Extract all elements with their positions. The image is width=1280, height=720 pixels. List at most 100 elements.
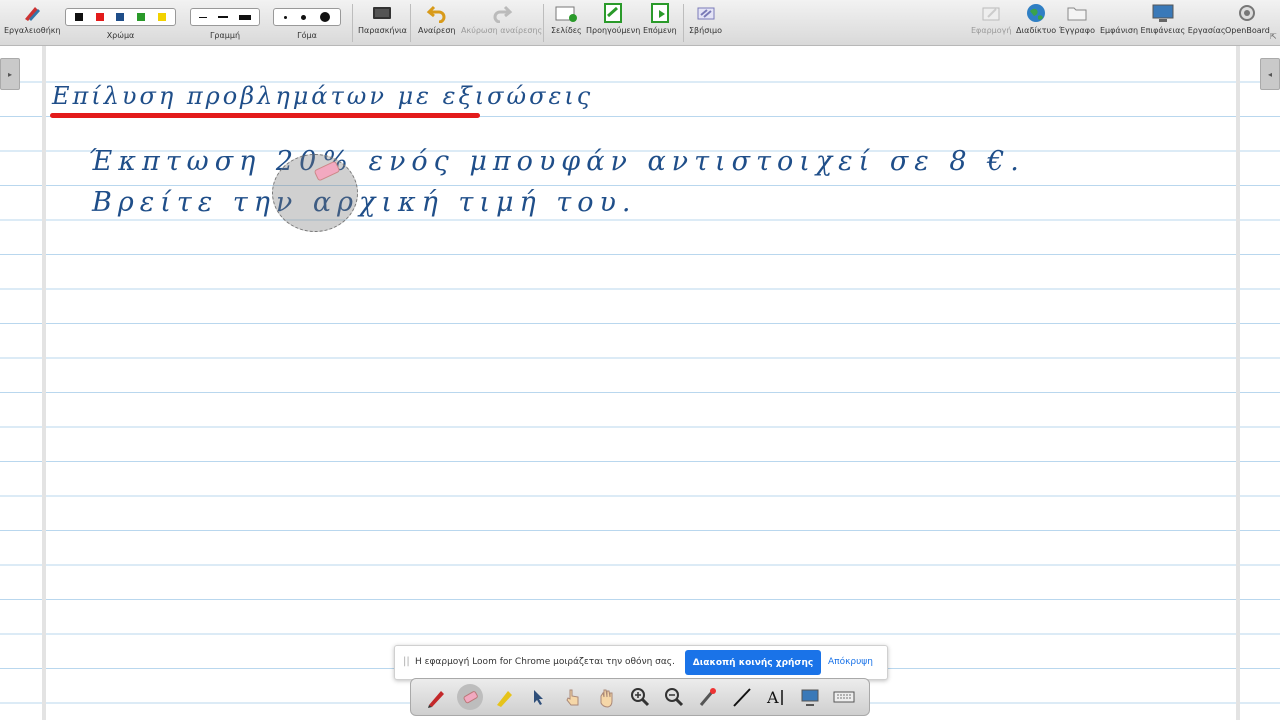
eraser-icon bbox=[463, 691, 478, 704]
document-button[interactable]: Έγγραφο bbox=[1059, 2, 1095, 35]
globe-icon bbox=[1024, 2, 1048, 24]
top-toolbar: Εργαλειοθήκη Χρώμα Γραμμή Γόμα Παρασκήνι… bbox=[0, 0, 1280, 46]
erase-board-icon bbox=[694, 2, 718, 24]
drag-handle-icon[interactable]: || bbox=[403, 656, 410, 667]
pages-button[interactable]: Σελίδες bbox=[551, 2, 582, 35]
color-green-swatch[interactable] bbox=[137, 13, 146, 21]
color-black-swatch[interactable] bbox=[75, 13, 84, 21]
line-thick-option[interactable] bbox=[238, 14, 251, 20]
eraser-size-selector[interactable] bbox=[273, 8, 341, 26]
toolbox-button[interactable]: Εργαλειοθήκη bbox=[4, 2, 61, 35]
next-label: Επόμενη bbox=[643, 26, 677, 35]
laser-pointer-button[interactable] bbox=[695, 684, 721, 710]
color-blue-swatch[interactable] bbox=[116, 13, 125, 21]
pages-label: Σελίδες bbox=[551, 26, 582, 35]
marker-tool-button[interactable] bbox=[491, 684, 517, 710]
undo-icon bbox=[425, 2, 449, 24]
board-right-margin bbox=[1236, 46, 1240, 720]
laser-pointer-icon bbox=[699, 688, 716, 706]
screen-sharing-bar: || Η εφαρμογή Loom for Chrome μοιράζεται… bbox=[394, 645, 888, 680]
svg-text:A: A bbox=[766, 688, 779, 707]
right-palette-tab[interactable]: ◂ bbox=[1260, 58, 1280, 90]
stop-sharing-button[interactable]: Διακοπή κοινής χρήσης bbox=[685, 650, 821, 675]
desktop-label: Εμφάνιση Επιφάνειας Εργασίας bbox=[1100, 26, 1226, 35]
line-tool-button[interactable] bbox=[729, 684, 755, 710]
erase-board-button[interactable]: Σβήσιμο bbox=[689, 2, 722, 35]
hand-icon bbox=[600, 689, 613, 708]
eraser-large-option[interactable] bbox=[320, 12, 330, 22]
hide-link[interactable]: Απόκρυψη bbox=[828, 657, 873, 667]
app-label: Εφαρμογή bbox=[971, 26, 1012, 35]
openboard-label: OpenBoard bbox=[1225, 26, 1270, 35]
pointer-tool-button[interactable] bbox=[559, 684, 585, 710]
hand-tool-button[interactable] bbox=[593, 684, 619, 710]
stylus-palette: A bbox=[410, 678, 870, 716]
toolbox-icon bbox=[20, 2, 44, 24]
problem-line-1: Έκπτωση 20% ενός μπουφάν αντιστοιχεί σε … bbox=[88, 146, 1025, 177]
openboard-menu-button[interactable]: OpenBoard bbox=[1225, 2, 1270, 35]
previous-label: Προηγούμενη bbox=[586, 26, 641, 35]
board-title: Επίλυση προβλημάτων με εξισώσεις bbox=[52, 82, 594, 110]
previous-page-icon bbox=[601, 2, 625, 24]
virtual-keyboard-button[interactable] bbox=[831, 684, 857, 710]
capture-icon bbox=[801, 689, 819, 706]
previous-page-button[interactable]: Προηγούμενη bbox=[586, 2, 640, 35]
zoom-in-button[interactable] bbox=[627, 684, 653, 710]
line-width-selector[interactable] bbox=[190, 8, 260, 26]
pen-tool-button[interactable] bbox=[423, 684, 449, 710]
marker-icon bbox=[497, 691, 512, 707]
background-label: Παρασκήνια bbox=[358, 26, 407, 35]
gear-icon bbox=[1235, 2, 1259, 24]
app-icon bbox=[979, 2, 1003, 24]
color-palette[interactable] bbox=[65, 8, 176, 26]
toolbox-label: Εργαλειοθήκη bbox=[4, 26, 61, 35]
zoom-out-button[interactable] bbox=[661, 684, 687, 710]
next-page-button[interactable]: Επόμενη bbox=[643, 2, 677, 35]
zoom-in-icon bbox=[631, 688, 650, 707]
folder-icon bbox=[1065, 2, 1089, 24]
add-page-icon bbox=[554, 2, 578, 24]
text-tool-button[interactable]: A bbox=[763, 684, 789, 710]
board-left-margin bbox=[42, 46, 46, 720]
line-thin-option[interactable] bbox=[199, 16, 208, 18]
selector-icon bbox=[534, 690, 543, 705]
pen-icon bbox=[428, 691, 444, 708]
text-icon: A bbox=[766, 688, 783, 707]
zoom-out-icon bbox=[665, 688, 684, 707]
web-button[interactable]: Διαδίκτυο bbox=[1016, 2, 1056, 35]
capture-tool-button[interactable] bbox=[797, 684, 823, 710]
eraser-medium-option[interactable] bbox=[301, 14, 306, 20]
collapse-toolbar-icon[interactable]: ⇱ bbox=[1270, 32, 1277, 41]
selector-tool-button[interactable] bbox=[525, 684, 551, 710]
redo-label: Ακύρωση αναίρεσης bbox=[461, 26, 543, 35]
undo-label: Αναίρεση bbox=[418, 26, 456, 35]
redo-button[interactable]: Ακύρωση αναίρεσης bbox=[461, 2, 542, 35]
app-button[interactable]: Εφαρμογή bbox=[971, 2, 1011, 35]
monitor-icon bbox=[1151, 2, 1175, 24]
redo-icon bbox=[490, 2, 514, 24]
title-underline bbox=[50, 113, 480, 118]
background-button[interactable]: Παρασκήνια bbox=[358, 2, 407, 35]
erase-label: Σβήσιμο bbox=[689, 26, 722, 35]
eraser-cursor bbox=[272, 154, 358, 232]
web-label: Διαδίκτυο bbox=[1016, 26, 1057, 35]
undo-button[interactable]: Αναίρεση bbox=[418, 2, 455, 35]
color-label: Χρώμα bbox=[106, 31, 135, 40]
eraser-label: Γόμα bbox=[297, 31, 317, 40]
color-red-swatch[interactable] bbox=[95, 13, 104, 21]
document-label: Έγγραφο bbox=[1059, 26, 1095, 35]
background-icon bbox=[370, 2, 394, 24]
keyboard-icon bbox=[833, 691, 855, 703]
next-page-icon bbox=[648, 2, 672, 24]
left-palette-tab[interactable]: ▸ bbox=[0, 58, 20, 90]
line-medium-option[interactable] bbox=[217, 16, 228, 18]
eraser-tool-button[interactable] bbox=[457, 684, 483, 710]
line-label: Γραμμή bbox=[209, 31, 241, 40]
sharing-message: Η εφαρμογή Loom for Chrome μοιράζεται τη… bbox=[415, 657, 675, 667]
problem-line-2: Βρείτε την αρχική τιμή του. bbox=[92, 187, 637, 218]
pointer-hand-icon bbox=[566, 689, 579, 706]
show-desktop-button[interactable]: Εμφάνιση Επιφάνειας Εργασίας bbox=[1100, 2, 1226, 35]
eraser-small-option[interactable] bbox=[284, 15, 287, 19]
color-yellow-swatch[interactable] bbox=[157, 13, 166, 21]
line-icon bbox=[733, 688, 751, 707]
